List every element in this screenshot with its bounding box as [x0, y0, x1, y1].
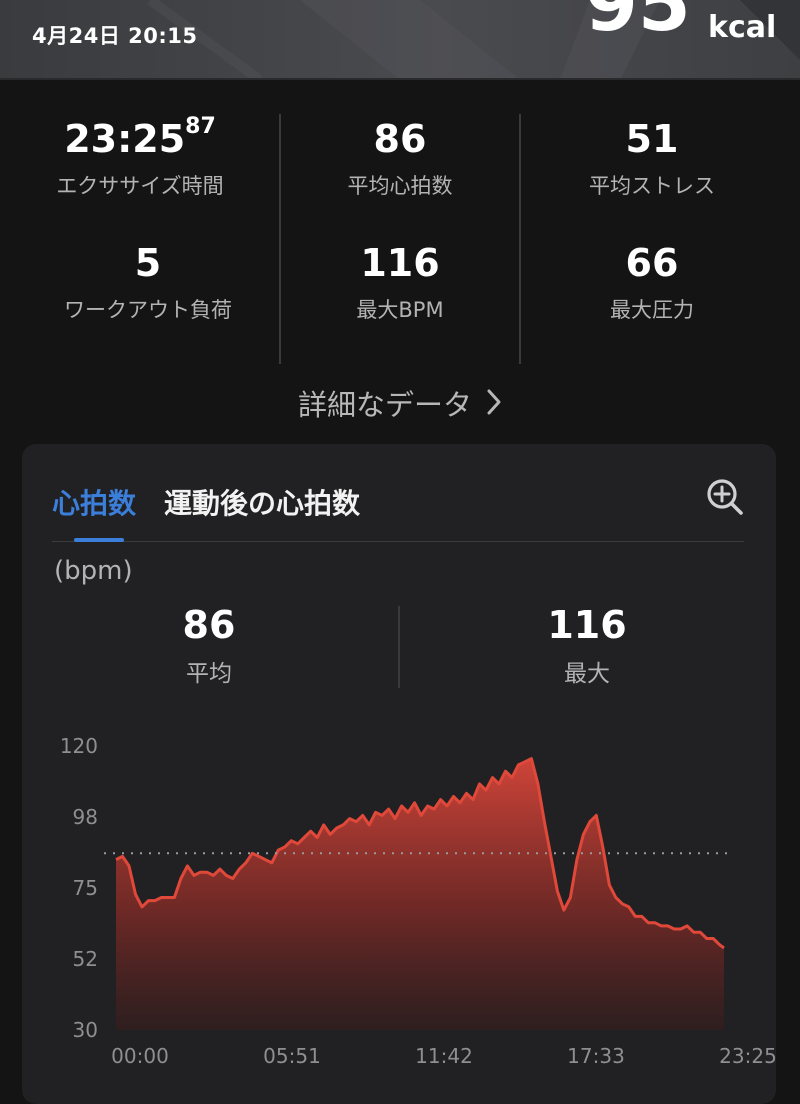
x-tick-label: 17:33 [567, 1044, 625, 1068]
heart-rate-area [116, 758, 724, 1030]
y-tick-label: 120 [60, 734, 98, 758]
x-tick-label: 05:51 [263, 1044, 321, 1068]
y-tick-label: 75 [73, 876, 98, 900]
x-tick-label: 11:42 [415, 1044, 473, 1068]
x-tick-label: 23:25 [719, 1044, 777, 1068]
y-tick-label: 98 [73, 805, 98, 829]
x-tick-label: 00:00 [111, 1044, 169, 1068]
y-tick-label: 30 [73, 1018, 98, 1042]
y-tick-label: 52 [73, 947, 98, 971]
heart-rate-chart: 120 98 75 52 30 00:00 05:51 11:42 17:33 23:25 [60, 734, 777, 1068]
